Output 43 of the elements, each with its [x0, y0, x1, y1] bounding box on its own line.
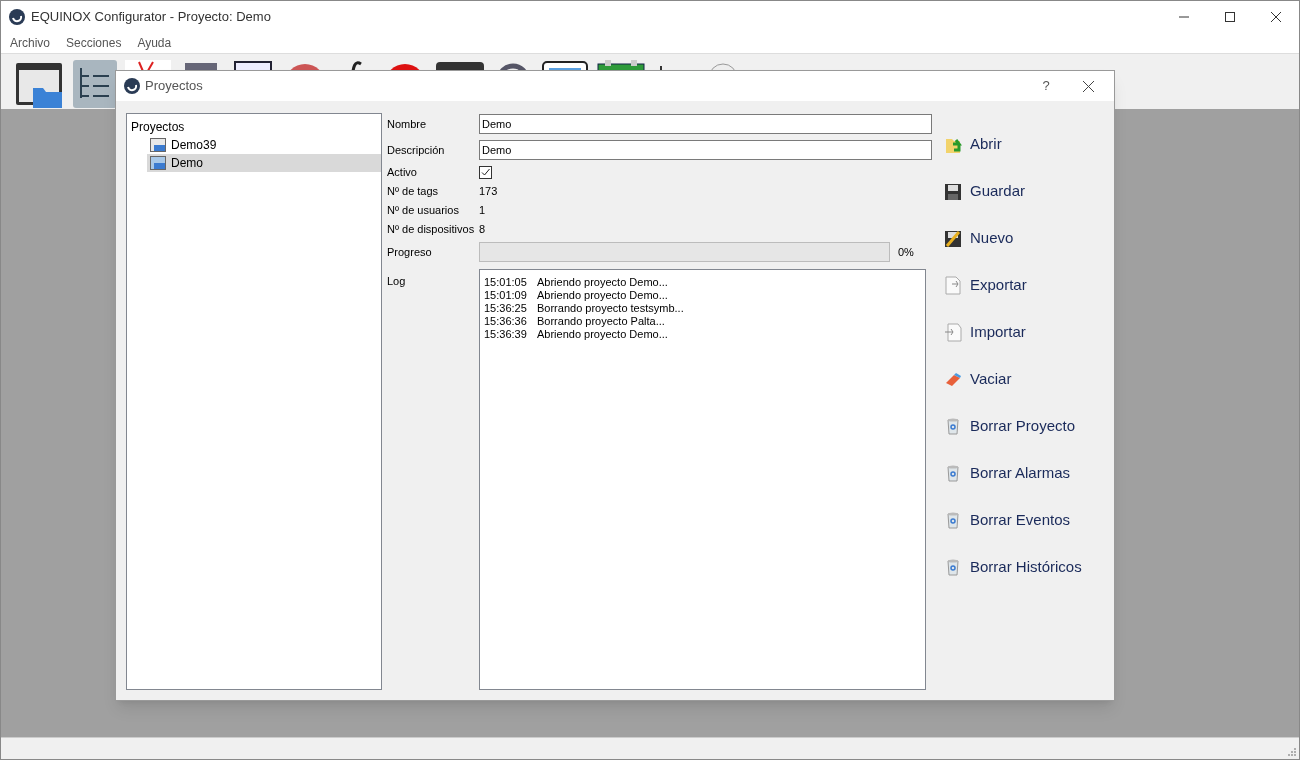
log-time: 15:01:05 — [484, 276, 528, 289]
log-message: Abriendo proyecto Demo... — [537, 289, 668, 302]
field-label: Nº de tags — [387, 184, 440, 200]
tree-item[interactable]: Demo — [147, 154, 381, 172]
field-value: 8 — [479, 222, 486, 238]
menu-item[interactable]: Secciones — [66, 34, 122, 52]
log-time: 15:36:25 — [484, 302, 528, 315]
field-label: Descripción — [387, 142, 446, 158]
name-field[interactable]: Demo — [479, 114, 932, 134]
tree-root-label[interactable]: Proyectos — [127, 118, 381, 136]
field-value: 173 — [479, 184, 498, 200]
description-field[interactable]: Demo — [479, 140, 932, 160]
action-button[interactable]: Borrar Históricos — [944, 544, 1082, 591]
action-button[interactable]: Importar — [944, 309, 1082, 356]
action-button[interactable]: Vaciar — [944, 356, 1082, 403]
field-label: Log — [387, 274, 407, 289]
field-label: Nº de usuarios — [387, 203, 460, 219]
field-label: Nombre — [387, 116, 428, 132]
window-title: EQUINOX Configurator - Proyecto: Demo — [31, 8, 271, 27]
log-message: Abriendo proyecto Demo... — [537, 328, 668, 341]
log-message: Abriendo proyecto Demo... — [537, 276, 668, 289]
action-button[interactable]: Nuevo — [944, 215, 1082, 262]
log-time: 15:36:36 — [484, 315, 528, 328]
log-message: Borrando proyecto Palta... — [537, 315, 665, 328]
tree-item[interactable]: Demo39 — [147, 136, 381, 154]
menu-item[interactable]: Archivo — [10, 34, 50, 52]
field-label: Activo — [387, 164, 418, 180]
log-message: Borrando proyecto testsymb... — [537, 302, 684, 315]
help-button[interactable]: ? — [1026, 71, 1066, 101]
dialog-title: Proyectos — [145, 77, 203, 96]
action-button[interactable]: Exportar — [944, 262, 1082, 309]
progress-reading: 0% — [898, 244, 914, 260]
log-time: 15:01:09 — [484, 289, 528, 302]
action-button[interactable]: Guardar — [944, 168, 1082, 215]
menu-item[interactable]: Ayuda — [137, 34, 172, 52]
action-button[interactable]: Abrir — [944, 121, 1082, 168]
field-label: Progreso — [387, 244, 433, 260]
action-button[interactable]: Borrar Alarmas — [944, 450, 1082, 497]
field-value: 1 — [479, 203, 486, 219]
action-button[interactable]: Borrar Proyecto — [944, 403, 1082, 450]
field-label: Nº de dispositivos — [387, 222, 476, 238]
action-button[interactable]: Borrar Eventos — [944, 497, 1082, 544]
log-time: 15:36:39 — [484, 328, 528, 341]
